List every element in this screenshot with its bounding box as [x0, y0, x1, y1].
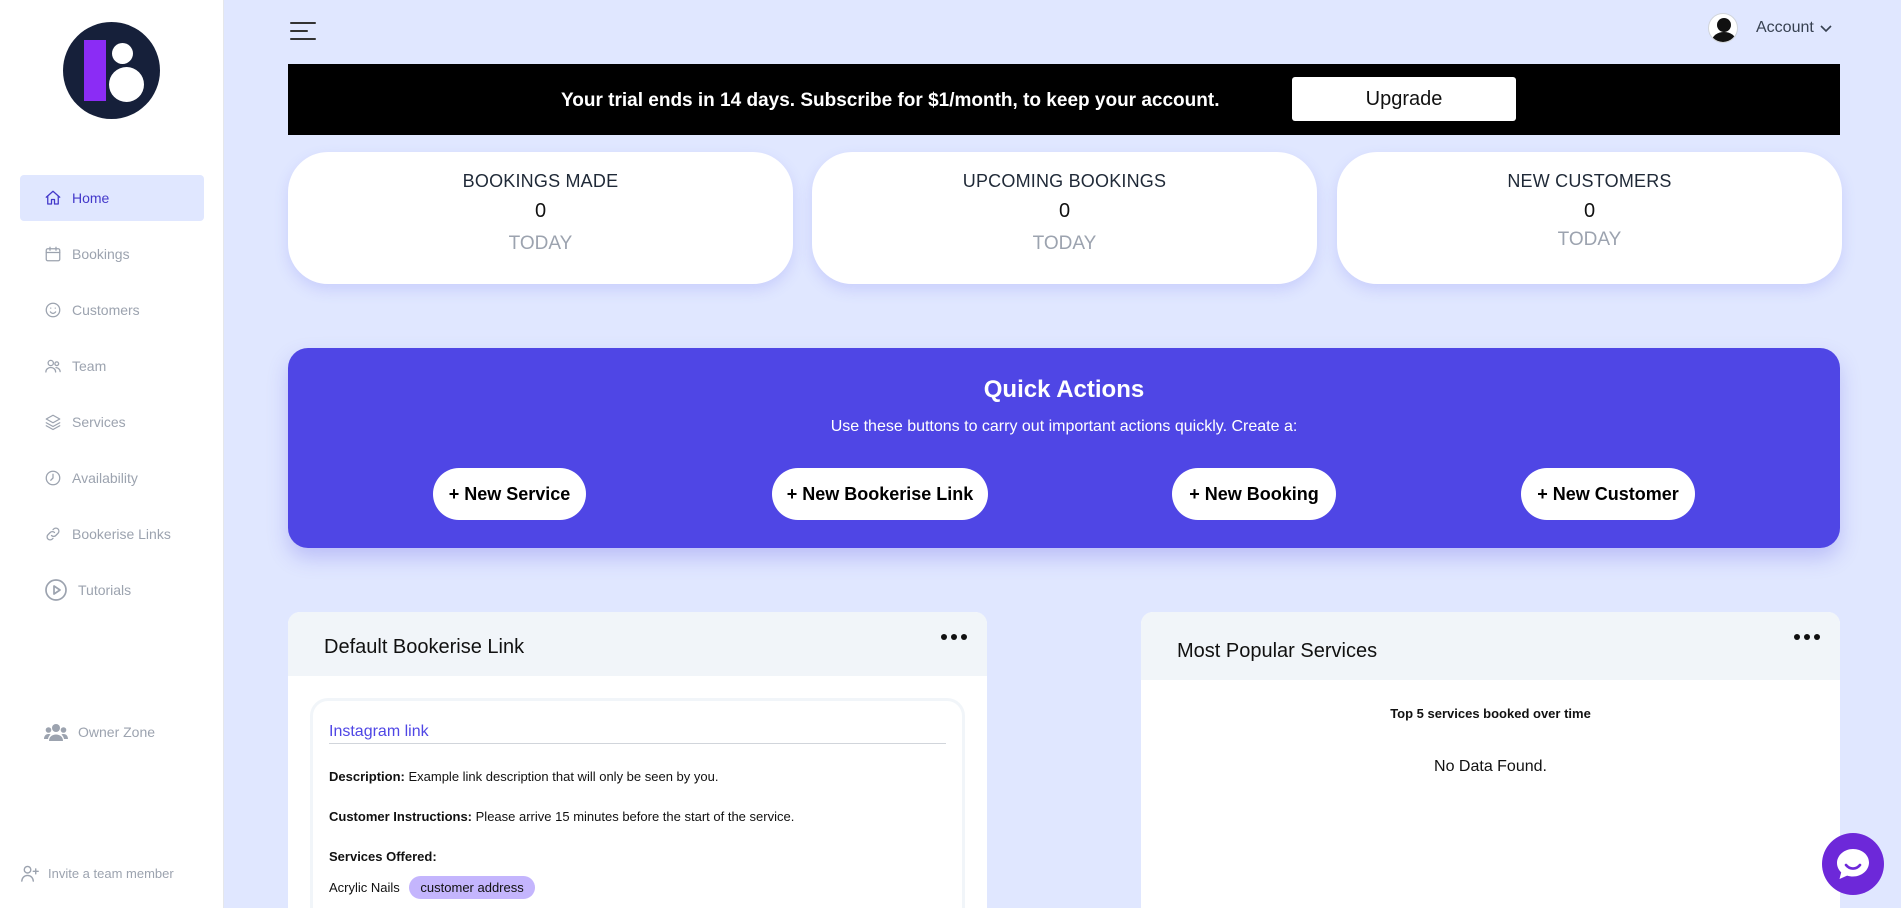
home-icon — [45, 190, 61, 205]
sidebar-nav: Home Bookings Customers Team Services Av… — [20, 175, 204, 623]
instructions-label: Customer Instructions: — [329, 809, 473, 824]
sidebar-item-label: Bookings — [72, 246, 130, 262]
panel-header: Default Bookerise Link — [288, 612, 987, 676]
quick-actions-subtitle: Use these buttons to carry out important… — [830, 418, 1298, 435]
sidebar: Home Bookings Customers Team Services Av… — [0, 0, 224, 908]
sidebar-item-customers[interactable]: Customers — [20, 287, 204, 333]
link-name[interactable]: Instagram link — [329, 723, 429, 741]
smiley-icon — [45, 302, 61, 318]
stat-title: NEW CUSTOMERS — [1507, 171, 1672, 191]
link-description: Description: Example link description th… — [329, 769, 718, 784]
play-icon — [45, 579, 67, 601]
invite-team-member-link[interactable]: Invite a team member — [20, 864, 174, 882]
quick-actions-panel: Quick Actions Use these buttons to carry… — [288, 348, 1840, 548]
new-customer-button[interactable]: + New Customer — [1521, 468, 1695, 520]
stat-card-upcoming-bookings: UPCOMING BOOKINGS 0 TODAY — [812, 152, 1317, 284]
users-icon — [45, 359, 61, 373]
invite-label: Invite a team member — [48, 865, 174, 881]
stat-period: TODAY — [1557, 229, 1622, 250]
default-link-panel: Default Bookerise Link Instagram link De… — [288, 612, 987, 908]
empty-state: No Data Found. — [1434, 758, 1547, 775]
sidebar-item-home[interactable]: Home — [20, 175, 204, 221]
sidebar-item-label: Tutorials — [78, 582, 132, 598]
instructions-text: Please arrive 15 minutes before the star… — [475, 809, 795, 824]
sidebar-item-label: Team — [72, 358, 107, 374]
add-user-icon — [21, 865, 39, 882]
app-logo[interactable] — [63, 22, 160, 119]
popular-subtitle: Top 5 services booked over time — [1390, 706, 1591, 721]
link-instructions: Customer Instructions: Please arrive 15 … — [329, 809, 794, 824]
new-booking-button[interactable]: + New Booking — [1172, 468, 1336, 520]
sidebar-item-label: Bookerise Links — [72, 526, 171, 542]
sidebar-item-team[interactable]: Team — [20, 343, 204, 389]
menu-toggle-icon[interactable] — [290, 20, 318, 42]
panel-title: Default Bookerise Link — [324, 636, 525, 658]
divider — [329, 743, 946, 744]
sidebar-item-tutorials[interactable]: Tutorials — [20, 567, 204, 613]
chat-widget-button[interactable] — [1822, 833, 1884, 895]
link-icon — [46, 527, 60, 541]
layers-icon — [45, 414, 61, 431]
popular-services-panel: Most Popular Services Top 5 services boo… — [1141, 612, 1840, 908]
owner-zone-label: Owner Zone — [78, 724, 156, 740]
link-card: Instagram link Description: Example link… — [310, 698, 965, 908]
stat-period: TODAY — [1032, 233, 1097, 254]
description-text: Example link description that will only … — [408, 769, 719, 784]
sidebar-item-label: Home — [72, 190, 110, 206]
services-label: Services Offered: — [329, 849, 437, 864]
account-menu[interactable]: Account — [1708, 13, 1832, 43]
more-options-icon[interactable] — [941, 634, 967, 640]
new-service-button[interactable]: + New Service — [433, 468, 586, 520]
sidebar-item-label: Services — [72, 414, 126, 430]
stat-period: TODAY — [508, 233, 573, 254]
new-bookerise-link-button[interactable]: + New Bookerise Link — [772, 468, 988, 520]
service-row: Acrylic Nails customer address — [329, 876, 535, 899]
calendar-icon — [45, 246, 61, 262]
chat-icon — [1837, 849, 1869, 879]
owner-zone-link[interactable]: Owner Zone — [44, 722, 155, 742]
more-options-icon[interactable] — [1794, 634, 1820, 640]
sidebar-item-label: Availability — [72, 470, 138, 486]
trial-banner: Your trial ends in 14 days. Subscribe fo… — [288, 64, 1840, 135]
account-label: Account — [1756, 19, 1814, 36]
upgrade-button[interactable]: Upgrade — [1292, 77, 1516, 121]
sidebar-item-bookerise-links[interactable]: Bookerise Links — [20, 511, 204, 557]
sidebar-item-label: Customers — [72, 302, 140, 318]
service-name: Acrylic Nails — [329, 880, 400, 895]
clock-icon — [45, 470, 61, 486]
panel-header: Most Popular Services — [1141, 612, 1840, 680]
sidebar-item-bookings[interactable]: Bookings — [20, 231, 204, 277]
trial-message: Your trial ends in 14 days. Subscribe fo… — [561, 90, 1220, 111]
stat-card-bookings-made: BOOKINGS MADE 0 TODAY — [288, 152, 793, 284]
panel-title: Most Popular Services — [1177, 640, 1378, 662]
avatar[interactable] — [1708, 13, 1738, 43]
stat-value: 0 — [534, 200, 547, 222]
sidebar-item-availability[interactable]: Availability — [20, 455, 204, 501]
stat-card-new-customers: NEW CUSTOMERS 0 TODAY — [1337, 152, 1842, 284]
stat-value: 0 — [1583, 200, 1596, 222]
stat-title: BOOKINGS MADE — [462, 171, 619, 191]
chevron-down-icon — [1820, 25, 1832, 33]
stat-value: 0 — [1058, 200, 1071, 222]
group-icon — [44, 724, 68, 741]
stat-title: UPCOMING BOOKINGS — [962, 171, 1167, 191]
sidebar-item-services[interactable]: Services — [20, 399, 204, 445]
description-label: Description: — [329, 769, 405, 784]
quick-actions-title: Quick Actions — [983, 376, 1145, 403]
service-tag: customer address — [409, 876, 535, 899]
